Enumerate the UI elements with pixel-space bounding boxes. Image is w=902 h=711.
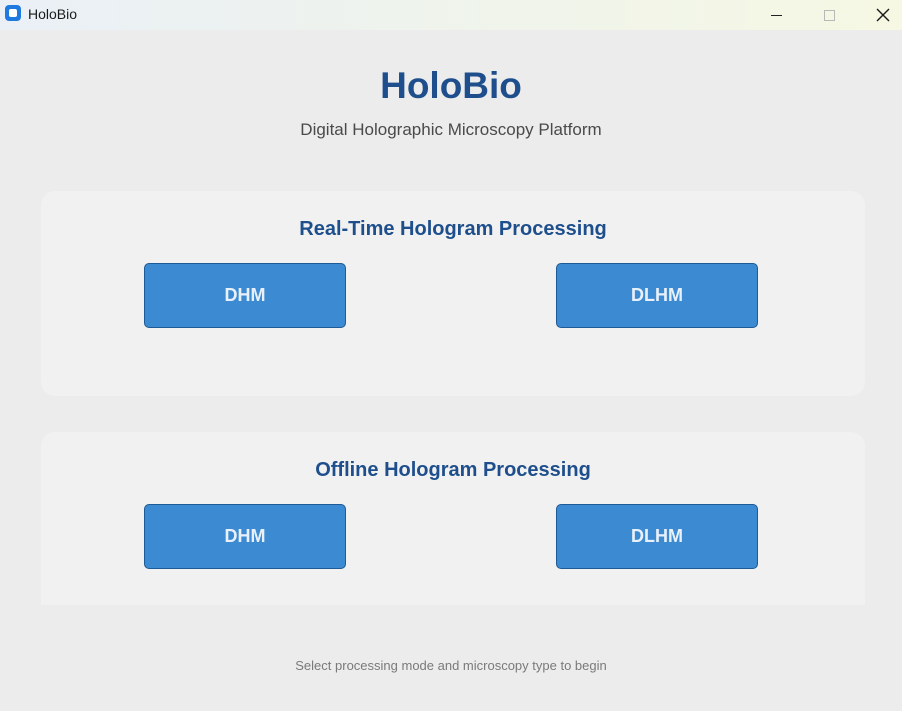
close-button[interactable]: [860, 0, 902, 30]
window-title: HoloBio: [28, 6, 78, 22]
page-title: HoloBio: [380, 65, 522, 106]
app-window: HoloBio HoloBio Digital Holographic Micr…: [0, 0, 902, 711]
minimize-icon: [770, 14, 782, 16]
offline-processing-panel: Offline Hologram Processing DHM DLHM: [41, 432, 865, 605]
realtime-processing-panel: Real-Time Hologram Processing DHM DLHM: [41, 191, 865, 396]
maximize-icon: [823, 9, 835, 21]
realtime-dlhm-button[interactable]: DLHM: [556, 263, 758, 328]
offline-dhm-button[interactable]: DHM: [144, 504, 346, 569]
main-content: HoloBio Digital Holographic Microscopy P…: [0, 30, 902, 711]
realtime-dhm-button[interactable]: DHM: [144, 263, 346, 328]
realtime-panel-title: Real-Time Hologram Processing: [299, 218, 607, 240]
app-icon: [5, 5, 21, 21]
offline-panel-title: Offline Hologram Processing: [315, 459, 591, 481]
close-icon: [876, 8, 890, 22]
status-text: Select processing mode and microscopy ty…: [295, 658, 607, 673]
title-bar[interactable]: HoloBio: [0, 0, 902, 30]
maximize-button[interactable]: [806, 0, 852, 30]
minimize-button[interactable]: [753, 0, 799, 30]
offline-dlhm-button[interactable]: DLHM: [556, 504, 758, 569]
page-subtitle: Digital Holographic Microscopy Platform: [300, 120, 602, 139]
